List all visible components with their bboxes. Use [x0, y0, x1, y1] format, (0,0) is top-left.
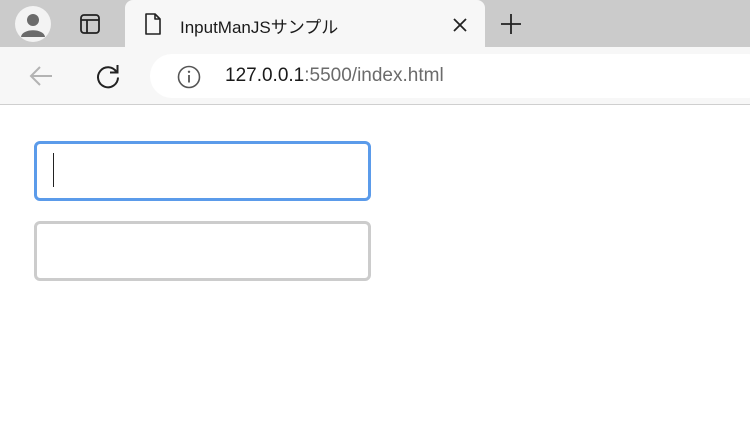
- page-content: [0, 106, 750, 422]
- back-button[interactable]: [24, 59, 58, 93]
- browser-toolbar: 127.0.0.1:5500/index.html: [0, 47, 750, 105]
- url-host: 127.0.0.1: [225, 65, 305, 86]
- active-tab[interactable]: InputManJSサンプル: [125, 0, 485, 48]
- tab-strip: InputManJSサンプル: [0, 0, 750, 48]
- new-tab-button[interactable]: [496, 9, 526, 39]
- url-path: :5500/index.html: [304, 65, 444, 86]
- avatar-icon[interactable]: [15, 6, 51, 42]
- url-text[interactable]: 127.0.0.1:5500/index.html: [225, 65, 444, 87]
- text-cursor: [53, 153, 54, 187]
- close-icon[interactable]: [447, 12, 473, 38]
- address-bar[interactable]: 127.0.0.1:5500/index.html: [150, 54, 750, 98]
- info-icon[interactable]: [177, 65, 201, 89]
- back-arrow-icon: [29, 66, 52, 86]
- refresh-button[interactable]: [91, 59, 125, 93]
- browser-window: InputManJSサンプル 127.0.0.1:5500/index.html: [0, 0, 750, 422]
- plus-icon: [501, 14, 521, 34]
- text-input-1[interactable]: [34, 141, 371, 201]
- refresh-icon: [97, 65, 119, 89]
- tab-title: InputManJSサンプル: [180, 18, 339, 37]
- page-icon: [143, 12, 163, 36]
- tab-actions-icon[interactable]: [73, 8, 107, 40]
- text-input-2[interactable]: [34, 221, 371, 281]
